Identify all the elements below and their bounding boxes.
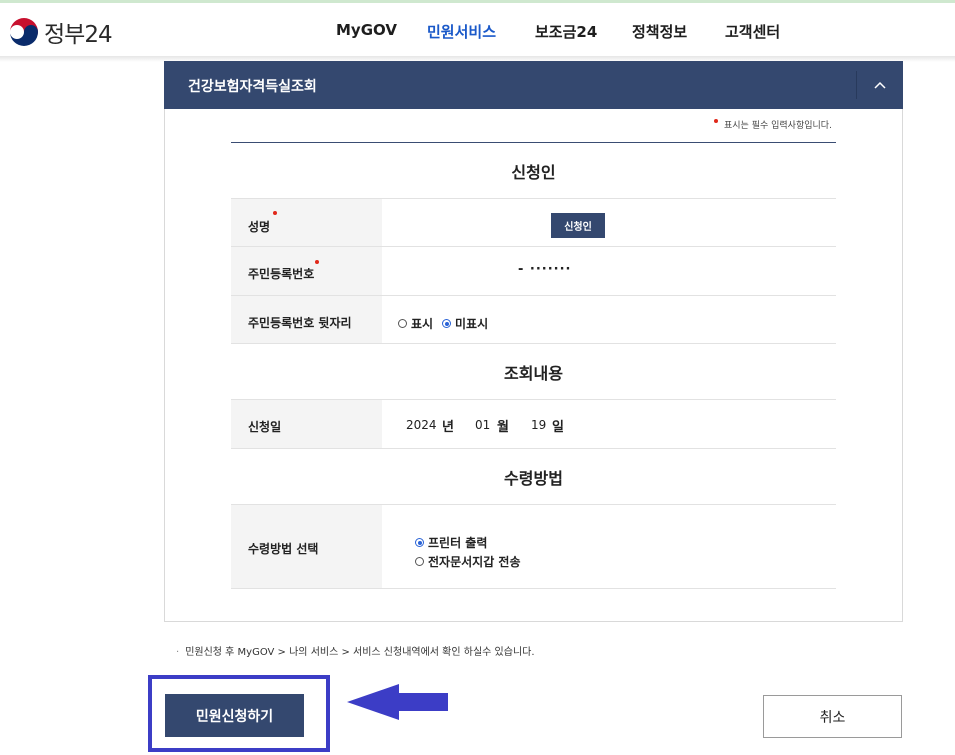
receive-label: 수령방법 선택 xyxy=(248,542,319,556)
required-star-icon xyxy=(315,260,319,264)
applicant-button[interactable]: 신청인 xyxy=(551,213,605,238)
row-label-rrn: 주민등록번호 xyxy=(231,247,382,295)
row-label-name: 성명 xyxy=(231,199,382,246)
panel-header: 건강보험자격득실조회 xyxy=(164,61,903,109)
form-row-receive: 수령방법 선택 xyxy=(231,504,836,589)
rrn-show-radio[interactable]: 표시 xyxy=(398,315,433,332)
month-value: 01 xyxy=(475,418,491,432)
required-dot-icon xyxy=(714,119,718,123)
date-label: 신청일 xyxy=(248,420,282,434)
bullet-icon: · xyxy=(176,647,180,658)
section-title-receive: 수령방법 xyxy=(504,469,563,488)
row-label-rrn-back: 주민등록번호 뒷자리 xyxy=(231,296,382,343)
receive-printer-label: 프린터 출력 xyxy=(428,536,488,550)
panel-collapse-button[interactable] xyxy=(857,61,903,109)
nav-item-civil-service[interactable]: 민원서비스 xyxy=(427,21,496,42)
name-label: 성명 xyxy=(248,220,271,234)
rrn-hide-label: 미표시 xyxy=(455,317,489,331)
rrn-show-label: 표시 xyxy=(411,317,434,331)
required-star-icon xyxy=(273,211,277,215)
year-unit: 년 xyxy=(442,420,454,435)
nav-item-customer-center[interactable]: 고객센터 xyxy=(725,21,780,42)
rrn-hide-radio[interactable]: 미표시 xyxy=(442,315,488,332)
row-label-date: 신청일 xyxy=(231,400,382,448)
receive-wallet-label: 전자문서지갑 전송 xyxy=(428,555,521,569)
nav-item-policy-info[interactable]: 정책정보 xyxy=(632,21,687,42)
cancel-button-label: 취소 xyxy=(819,708,846,725)
section-title-applicant: 신청인 xyxy=(511,163,556,182)
section-title-inquiry: 조회내용 xyxy=(504,364,563,383)
required-note: 표시는 필수 입력사항입니다. xyxy=(714,118,832,131)
radio-unchecked-icon xyxy=(415,557,424,566)
day-value: 19 xyxy=(531,418,547,432)
receive-wallet-radio[interactable]: 전자문서지갑 전송 xyxy=(415,553,521,570)
site-header: 정부24 MyGOV 민원서비스 보조금24 정책정보 고객센터 xyxy=(0,3,955,58)
radio-checked-icon xyxy=(442,319,451,328)
rrn-value: - ······· xyxy=(518,262,572,277)
receive-printer-radio[interactable]: 프린터 출력 xyxy=(415,534,487,551)
day-unit: 일 xyxy=(552,420,564,435)
highlight-box xyxy=(148,675,330,752)
left-arrow-icon xyxy=(347,684,448,720)
radio-unchecked-icon xyxy=(398,319,407,328)
main-nav: MyGOV 민원서비스 보조금24 정책정보 고객센터 xyxy=(0,21,955,45)
rrn-back-label: 주민등록번호 뒷자리 xyxy=(248,316,352,330)
nav-item-mygov[interactable]: MyGOV xyxy=(336,21,397,39)
footnote: · 민원신청 후 MyGOV > 나의 서비스 > 서비스 신청내역에서 확인 하… xyxy=(176,643,535,658)
required-note-text: 표시는 필수 입력사항입니다. xyxy=(724,121,832,131)
year-value: 2024 xyxy=(406,418,437,432)
month-unit: 월 xyxy=(497,420,509,435)
form-row-name: 성명 xyxy=(231,198,836,247)
form-top-border xyxy=(231,142,836,143)
radio-checked-icon xyxy=(415,538,424,547)
form-row-rrn-back: 주민등록번호 뒷자리 xyxy=(231,296,836,344)
rrn-label: 주민등록번호 xyxy=(248,267,315,281)
row-label-receive: 수령방법 선택 xyxy=(231,505,382,588)
nav-item-subsidy24[interactable]: 보조금24 xyxy=(535,21,597,42)
chevron-up-icon xyxy=(874,81,886,89)
cancel-button[interactable]: 취소 xyxy=(763,695,902,738)
panel-title: 건강보험자격득실조회 xyxy=(188,79,317,95)
applicant-button-label: 신청인 xyxy=(564,222,592,233)
footnote-text: 민원신청 후 MyGOV > 나의 서비스 > 서비스 신청내역에서 확인 하실… xyxy=(185,647,535,658)
